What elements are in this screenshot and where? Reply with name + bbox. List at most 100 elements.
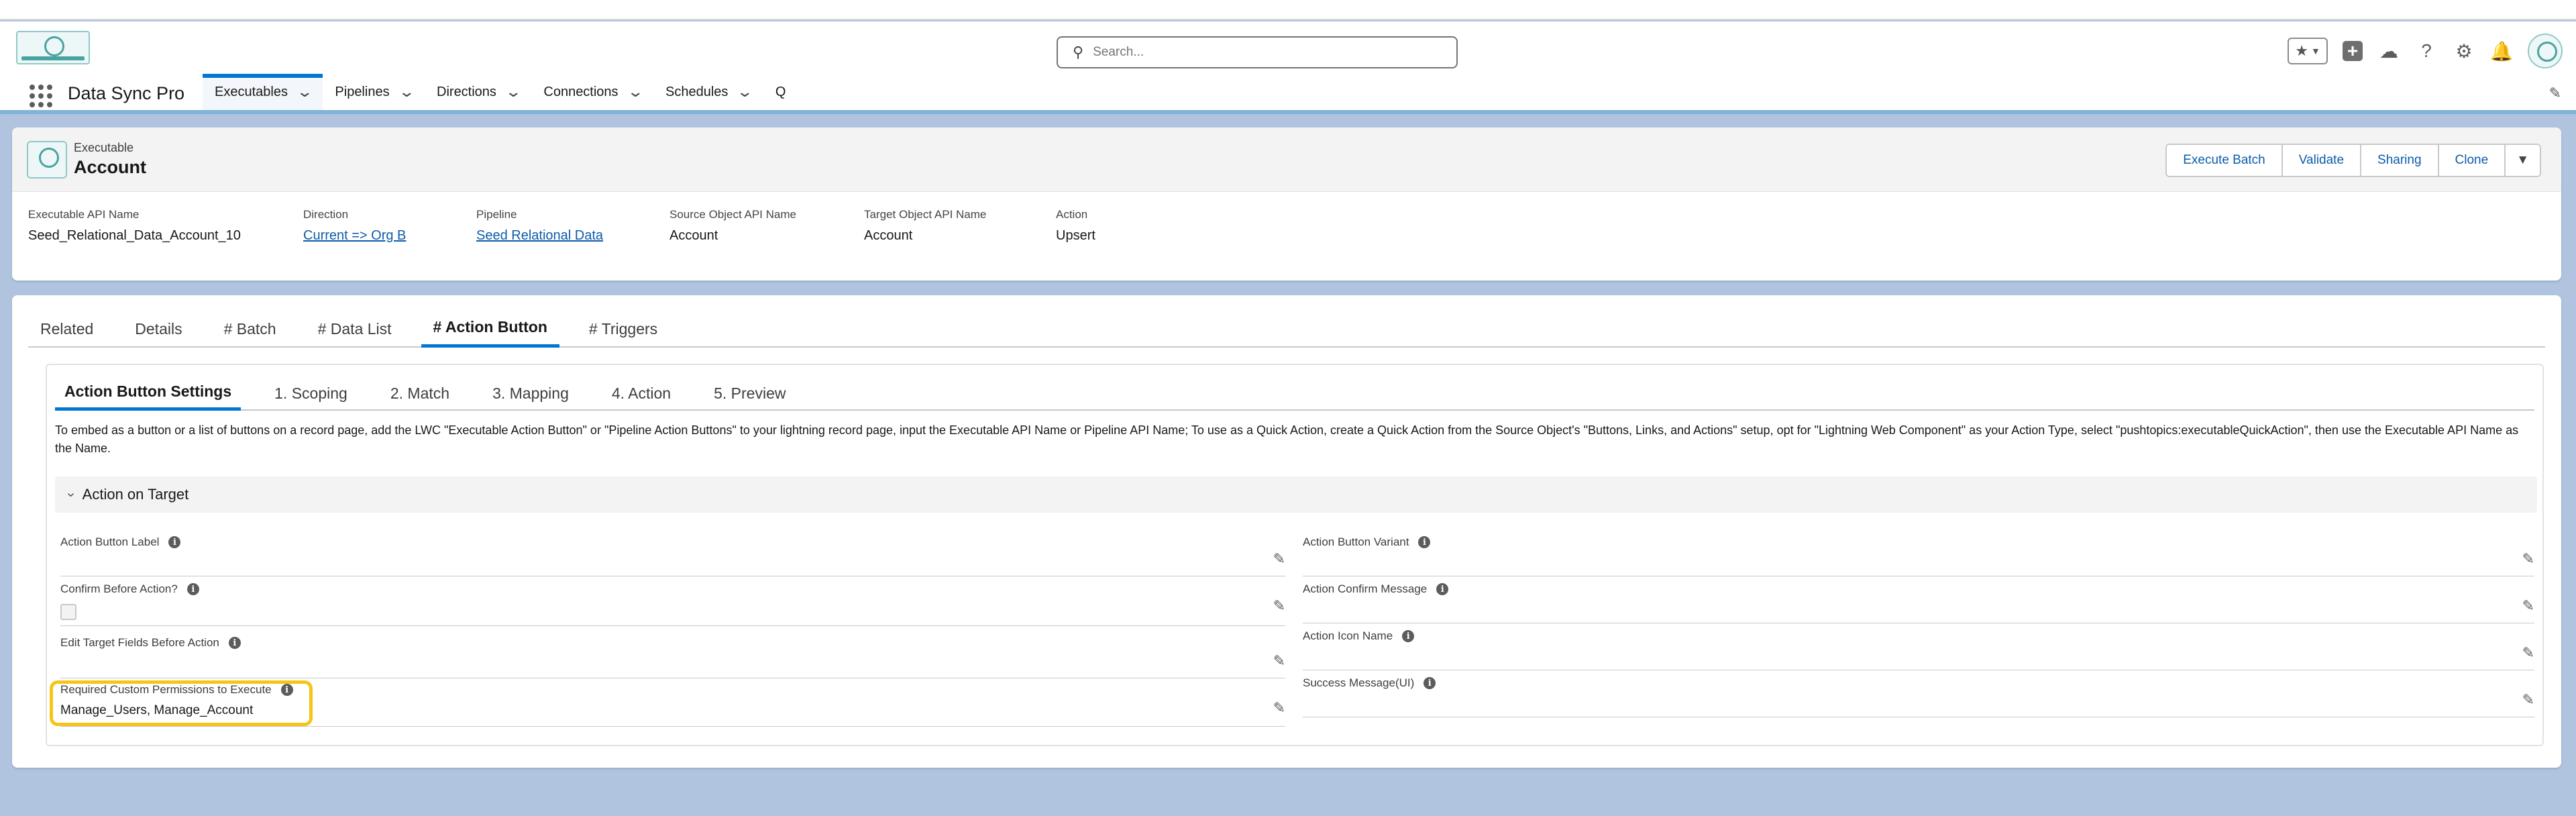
field-label: Edit Target Fields Before Action xyxy=(60,636,219,649)
nav-tab-executables[interactable]: Executables ⌄ xyxy=(203,74,323,110)
chevron-down-icon[interactable]: ⌄ xyxy=(398,83,415,101)
favorites-button[interactable]: ★ ▼ xyxy=(2288,38,2328,64)
clone-button[interactable]: Clone xyxy=(2438,145,2506,176)
help-icon[interactable]: ? xyxy=(2415,40,2438,62)
user-avatar[interactable] xyxy=(2528,34,2563,68)
tab-action-button[interactable]: # Action Button xyxy=(421,310,559,348)
edit-pencil-icon[interactable]: ✎ xyxy=(2522,597,2534,615)
nav-tab-pipelines[interactable]: Pipelines ⌄ xyxy=(323,74,425,110)
info-icon[interactable]: i xyxy=(228,637,241,649)
global-actions-icon[interactable]: + xyxy=(2343,40,2363,61)
nav-tab-label: Connections xyxy=(543,84,619,99)
field-label: Action Button Label xyxy=(60,536,160,548)
chevron-down-icon[interactable]: ⌄ xyxy=(737,83,754,101)
chevron-down-icon: ▼ xyxy=(2516,153,2529,167)
sharing-button[interactable]: Sharing xyxy=(2361,145,2439,176)
setup-gear-icon[interactable]: ⚙ xyxy=(2453,40,2475,62)
edit-pencil-icon[interactable]: ✎ xyxy=(1273,652,1285,670)
app-launcher-icon[interactable] xyxy=(30,85,52,107)
field-action-icon-name: Action Icon Name i ✎ xyxy=(1303,629,2534,671)
execute-batch-button[interactable]: Execute Batch xyxy=(2167,145,2283,176)
nav-tab-label: Executables xyxy=(215,84,288,99)
action-button-tabs: Action Button Settings 1. Scoping 2. Mat… xyxy=(55,376,2534,411)
field-action-confirm-message: Action Confirm Message i ✎ xyxy=(1303,582,2534,624)
app-name: Data Sync Pro xyxy=(68,83,185,103)
field-label: Target Object API Name xyxy=(864,208,987,221)
field-source-object: Source Object API Name Account xyxy=(669,208,796,244)
direction-link[interactable]: Current => Org B xyxy=(303,228,406,244)
search-icon: ⚲ xyxy=(1073,44,1084,60)
tab-details[interactable]: Details xyxy=(123,310,194,348)
tab-scoping[interactable]: 1. Scoping xyxy=(265,376,357,411)
record-header-card: Executable Account Execute Batch Validat… xyxy=(12,128,2561,280)
chevron-down-icon[interactable]: ⌄ xyxy=(627,83,644,101)
field-value: Upsert xyxy=(1056,228,1095,243)
field-label: Action xyxy=(1056,208,1088,221)
search-input[interactable] xyxy=(1093,45,1429,60)
field-pipeline: Pipeline Seed Relational Data xyxy=(476,208,603,244)
tab-action-button-settings[interactable]: Action Button Settings xyxy=(55,376,241,411)
field-underline xyxy=(60,726,1285,727)
field-label: Action Confirm Message xyxy=(1303,582,1428,595)
chevron-down-icon[interactable]: ⌄ xyxy=(504,83,522,101)
edit-pencil-icon[interactable]: ✎ xyxy=(2522,550,2534,568)
field-target-object: Target Object API Name Account xyxy=(864,208,986,244)
tab-preview[interactable]: 5. Preview xyxy=(704,376,795,411)
record-tabs: Related Details # Batch # Data List # Ac… xyxy=(28,310,2545,348)
nav-tab-connections[interactable]: Connections ⌄ xyxy=(531,74,653,110)
org-logo[interactable] xyxy=(16,31,90,64)
section-header-action-on-target[interactable]: › Action on Target xyxy=(55,476,2537,513)
header-utility-icons: ★ ▼ + ☁ ? ⚙ 🔔 xyxy=(2288,34,2563,68)
edit-pencil-icon[interactable]: ✎ xyxy=(2522,644,2534,662)
info-icon[interactable]: i xyxy=(186,583,199,595)
field-label: Success Message(UI) xyxy=(1303,676,1415,689)
pipeline-link[interactable]: Seed Relational Data xyxy=(476,228,603,244)
tab-match[interactable]: 2. Match xyxy=(381,376,459,411)
validate-button[interactable]: Validate xyxy=(2282,145,2362,176)
info-icon[interactable]: i xyxy=(1436,583,1449,595)
notifications-bell-icon[interactable]: 🔔 xyxy=(2490,40,2514,62)
field-underline xyxy=(60,625,1285,626)
nav-tab-label: Directions xyxy=(437,84,496,99)
chevron-down-icon: ▼ xyxy=(2310,46,2320,56)
record-title: Account xyxy=(74,157,146,177)
nav-tabs: Executables ⌄ Pipelines ⌄ Directions ⌄ Conn… xyxy=(203,74,798,110)
info-icon[interactable]: i xyxy=(1402,630,1415,642)
record-header-top: Executable Account Execute Batch Validat… xyxy=(12,128,2561,192)
tab-action[interactable]: 4. Action xyxy=(602,376,680,411)
tab-triggers[interactable]: # Triggers xyxy=(577,310,669,348)
more-actions-dropdown[interactable]: ▼ xyxy=(2506,145,2540,176)
nav-tab-q[interactable]: Q xyxy=(763,74,798,110)
tab-batch[interactable]: # Batch xyxy=(212,310,288,348)
field-label: Source Object API Name xyxy=(669,208,796,221)
edit-pencil-icon[interactable]: ✎ xyxy=(1273,550,1285,568)
edit-pencil-icon[interactable]: ✎ xyxy=(1273,597,1285,615)
record-object-type: Executable xyxy=(74,141,134,154)
edit-nav-pencil-icon[interactable]: ✎ xyxy=(2549,85,2561,102)
setup-assistant-icon[interactable]: ☁ xyxy=(2377,40,2400,62)
field-label: Action Icon Name xyxy=(1303,629,1393,642)
field-edit-target-fields: Edit Target Fields Before Action i ✎ xyxy=(60,636,1285,678)
field-value: Account xyxy=(864,228,913,243)
nav-tab-label: Pipelines xyxy=(335,84,390,99)
info-icon[interactable]: i xyxy=(1418,536,1431,548)
tab-data-list[interactable]: # Data List xyxy=(306,310,404,348)
tab-mapping[interactable]: 3. Mapping xyxy=(483,376,578,411)
global-header: ⚲ ★▼ + ☁ ? ⚙ 🔔 xyxy=(0,21,2576,74)
confirm-before-action-checkbox[interactable] xyxy=(60,604,76,620)
chevron-down-icon[interactable]: ⌄ xyxy=(296,83,313,101)
nav-tab-label: Schedules xyxy=(665,84,729,99)
global-search[interactable]: ⚲ xyxy=(1057,36,1458,68)
field-label: Confirm Before Action? xyxy=(60,582,178,595)
tab-related[interactable]: Related xyxy=(28,310,105,348)
info-icon[interactable]: i xyxy=(168,536,181,548)
edit-pencil-icon[interactable]: ✎ xyxy=(1273,699,1285,717)
field-label: Executable API Name xyxy=(28,208,140,221)
info-icon[interactable]: i xyxy=(1424,677,1436,689)
field-value: Account xyxy=(669,228,718,243)
nav-tab-schedules[interactable]: Schedules ⌄ xyxy=(653,74,763,110)
field-label: Direction xyxy=(303,208,349,221)
nav-tab-directions[interactable]: Directions ⌄ xyxy=(425,74,531,110)
app-navigation-bar: Data Sync Pro Executables ⌄ Pipelines ⌄ Di… xyxy=(0,74,2576,114)
edit-pencil-icon[interactable]: ✎ xyxy=(2522,691,2534,709)
